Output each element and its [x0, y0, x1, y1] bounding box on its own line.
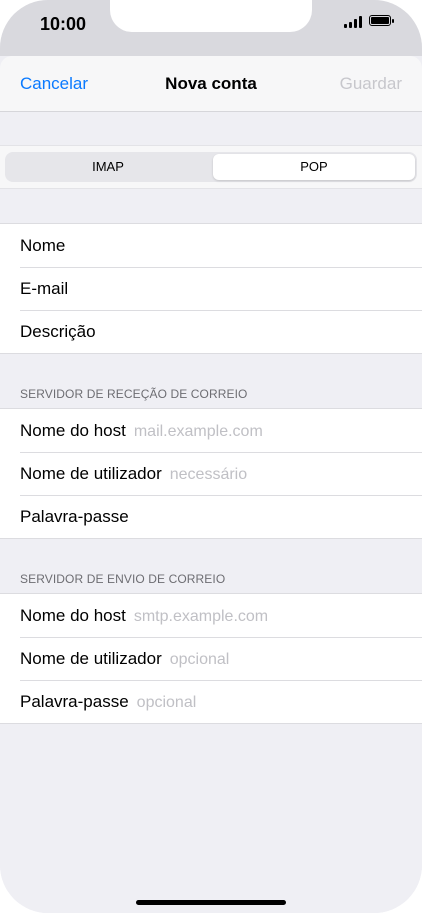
navigation-bar: Cancelar Nova conta Guardar — [0, 56, 422, 112]
incoming-username-field[interactable]: Nome de utilizador necessário — [0, 452, 422, 495]
new-account-sheet: Cancelar Nova conta Guardar IMAP POP Nom… — [0, 56, 422, 913]
outgoing-username-label: Nome de utilizador — [20, 649, 162, 668]
outgoing-host-placeholder: smtp.example.com — [133, 608, 269, 625]
outgoing-password-label: Palavra-passe — [20, 692, 129, 711]
name-label: Nome — [20, 236, 66, 255]
segment-pop[interactable]: POP — [213, 154, 415, 180]
outgoing-host-field[interactable]: Nome do host smtp.example.com — [0, 594, 422, 637]
incoming-host-field[interactable]: Nome do host mail.example.com — [0, 409, 422, 452]
incoming-username-placeholder: necessário — [169, 466, 248, 483]
outgoing-host-label: Nome do host — [20, 606, 126, 625]
outgoing-server-group: Nome do host smtp.example.com Nome de uti… — [0, 593, 422, 724]
account-info-group: Nome E-mail Descrição — [0, 223, 422, 354]
outgoing-username-field[interactable]: Nome de utilizador opcional — [0, 637, 422, 680]
name-field[interactable]: Nome — [0, 224, 422, 267]
incoming-server-group: Nome do host mail.example.com Nome de uti… — [0, 408, 422, 539]
notch — [110, 0, 312, 32]
save-button[interactable]: Guardar — [340, 74, 402, 94]
status-bar: 10:00 — [0, 0, 422, 56]
signal-icon — [344, 16, 362, 28]
incoming-password-label: Palavra-passe — [20, 507, 129, 526]
battery-icon — [369, 15, 394, 26]
incoming-host-placeholder: mail.example.com — [133, 423, 263, 440]
outgoing-password-placeholder: opcional — [136, 694, 197, 711]
incoming-username-label: Nome de utilizador — [20, 464, 162, 483]
description-field[interactable]: Descrição — [0, 310, 422, 353]
protocol-band: IMAP POP — [0, 145, 422, 189]
description-label: Descrição — [20, 322, 96, 341]
outgoing-password-field[interactable]: Palavra-passe opcional — [0, 680, 422, 723]
email-field[interactable]: E-mail — [0, 267, 422, 310]
status-time: 10:00 — [40, 14, 87, 34]
outgoing-server-header: SERVIDOR DE ENVIO DE CORREIO — [20, 572, 226, 586]
incoming-password-field[interactable]: Palavra-passe — [0, 495, 422, 538]
home-indicator — [136, 900, 286, 905]
protocol-segmented-control: IMAP POP — [5, 152, 417, 182]
incoming-server-header: SERVIDOR DE RECEÇÃO DE CORREIO — [20, 387, 248, 401]
email-label: E-mail — [20, 279, 69, 298]
incoming-host-label: Nome do host — [20, 421, 126, 440]
outgoing-username-placeholder: opcional — [169, 651, 230, 668]
phone-screen: 10:00 Cancelar Nova conta Guardar IMAP P… — [0, 0, 422, 913]
segment-imap[interactable]: IMAP — [5, 152, 211, 182]
